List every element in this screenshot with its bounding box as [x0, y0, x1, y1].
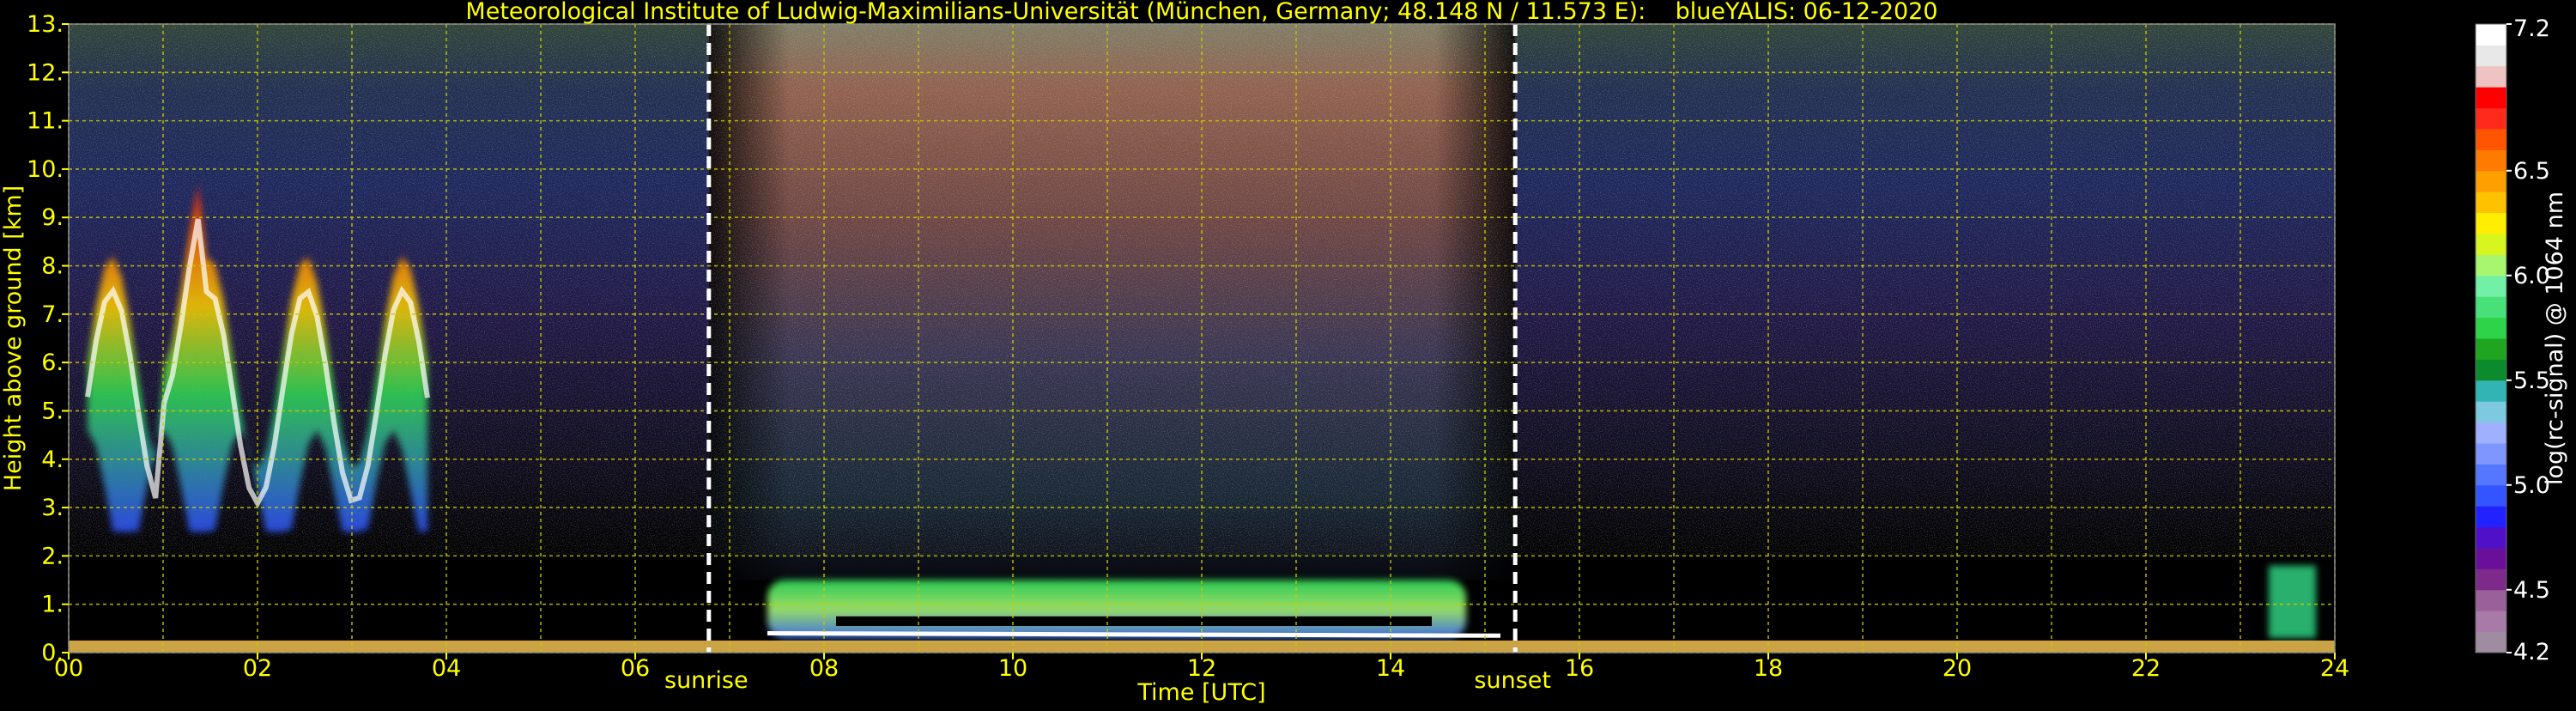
y-tick-label: 6.	[41, 349, 64, 376]
x-tick-label: 10	[998, 655, 1027, 682]
colorbar-segment	[2476, 484, 2506, 507]
colorbar: 7.26.56.05.55.04.54.2log(rc-signal) @ 10…	[2475, 15, 2568, 665]
surface-layer-top	[767, 630, 1501, 638]
colorbar-segment	[2476, 568, 2506, 591]
x-tick-label: 06	[621, 655, 650, 682]
colorbar-label: log(rc-signal) @ 1064 nm	[2542, 191, 2568, 485]
sunset-label: sunset	[1474, 667, 1551, 694]
colorbar-tick-label: 4.2	[2513, 639, 2550, 665]
colorbar-segment	[2476, 212, 2506, 234]
colorbar-segment	[2476, 296, 2506, 319]
y-tick-label: 1.	[41, 592, 64, 618]
colorbar-segment	[2476, 170, 2506, 192]
y-tick-label: 3.	[41, 495, 64, 521]
y-tick-label: 2.	[41, 543, 64, 569]
y-tick-label: 8.	[41, 253, 64, 280]
colorbar-segment	[2476, 107, 2506, 130]
x-tick-label: 12	[1187, 655, 1216, 682]
y-axis-label: Height above ground [km]	[0, 185, 27, 491]
x-tick-label: 02	[243, 655, 272, 682]
y-tick-label: 9.	[41, 204, 64, 231]
colorbar-segment	[2476, 191, 2506, 214]
x-tick-label: 20	[1943, 655, 1972, 682]
colorbar-segment	[2476, 45, 2506, 67]
colorbar-segment	[2476, 611, 2506, 633]
colorbar-segment	[2476, 631, 2506, 653]
colorbar-segment	[2476, 548, 2506, 569]
colorbar-segment	[2476, 275, 2506, 297]
y-tick-label: 5.	[41, 398, 64, 424]
x-tick-label: 14	[1376, 655, 1405, 682]
x-axis-label: Time [UTC]	[1136, 679, 1265, 706]
colorbar-segment	[2476, 149, 2506, 172]
low-cloud	[2269, 565, 2316, 639]
x-tick-label: 22	[2131, 655, 2161, 682]
colorbar-segment	[2476, 254, 2506, 276]
y-tick-label: 7.	[41, 301, 64, 328]
boundary-layer-gap	[836, 616, 1432, 627]
y-tick-label: 4.	[41, 447, 64, 473]
colorbar-segment	[2476, 65, 2506, 88]
colorbar-segment	[2476, 380, 2506, 402]
colorbar-segment	[2476, 129, 2506, 150]
colorbar-segment	[2476, 506, 2506, 528]
y-tick-label: 11.	[27, 108, 64, 135]
colorbar-tick-label: 7.2	[2513, 15, 2550, 42]
x-tick-label: 04	[432, 655, 461, 682]
colorbar-tick-label: 6.5	[2513, 158, 2550, 185]
colorbar-tick-label: 4.5	[2513, 577, 2550, 604]
sunrise-label: sunrise	[664, 667, 749, 694]
chart-title: Meteorological Institute of Ludwig-Maxim…	[465, 0, 1938, 25]
colorbar-segment	[2476, 443, 2506, 465]
colorbar-segment	[2476, 87, 2506, 109]
boundary-layer-aerosol	[767, 580, 1466, 639]
y-tick-label: 10.	[27, 156, 64, 183]
plot-area	[69, 24, 2335, 653]
colorbar-segment	[2476, 589, 2506, 611]
y-tick-label: 0.	[41, 640, 64, 666]
colorbar-segment	[2476, 526, 2506, 549]
x-tick-label: 24	[2320, 655, 2349, 682]
colorbar-segment	[2476, 234, 2506, 255]
x-tick-label: 08	[809, 655, 839, 682]
lidar-quicklook: Meteorological Institute of Ludwig-Maxim…	[0, 0, 2576, 708]
colorbar-segment	[2476, 422, 2506, 444]
colorbar-segment	[2476, 338, 2506, 360]
y-tick-label: 12.	[27, 59, 64, 86]
x-tick-label: 16	[1565, 655, 1594, 682]
colorbar-segment	[2476, 401, 2506, 423]
x-tick-label: 18	[1754, 655, 1783, 682]
chart-svg: sunrise sunset00 02 04 06 08 10 12 14 16 18 20 22 240…	[0, 11, 2568, 706]
y-tick-label: 13.	[27, 11, 64, 38]
colorbar-segment	[2476, 317, 2506, 339]
colorbar-segment	[2476, 464, 2506, 486]
colorbar-segment	[2476, 359, 2506, 381]
colorbar-segment	[2476, 24, 2506, 46]
